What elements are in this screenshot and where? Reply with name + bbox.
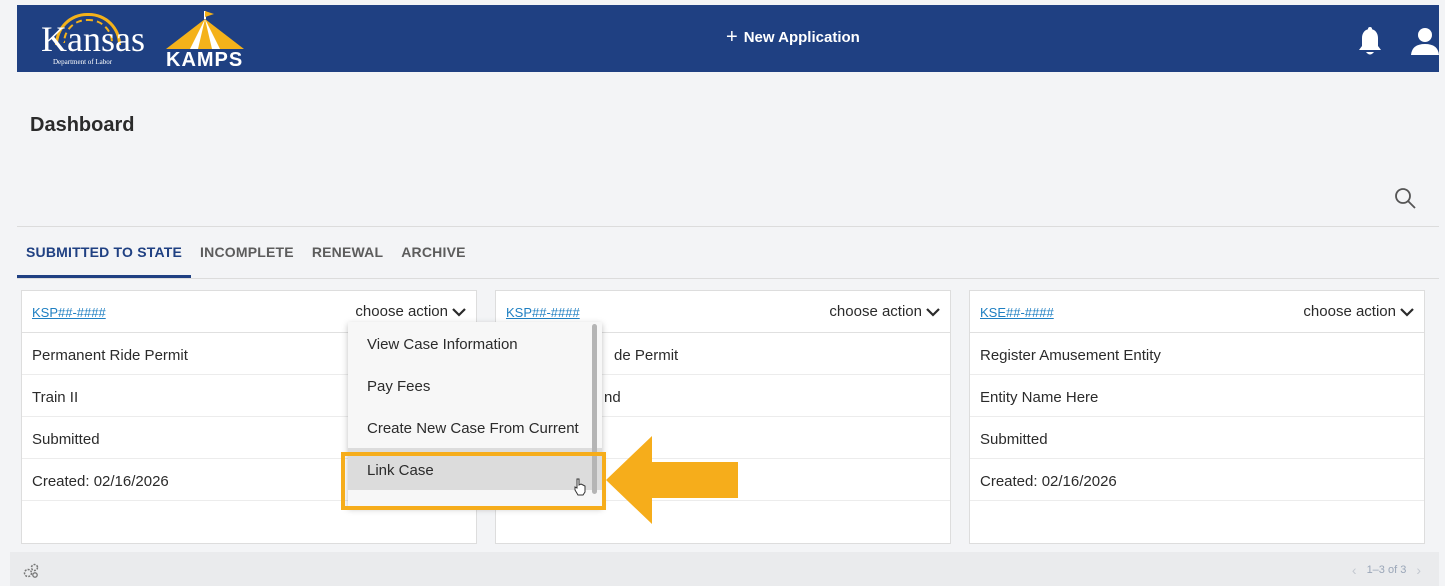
chevron-right-icon[interactable]: ›	[1416, 562, 1421, 578]
tab-submitted-to-state[interactable]: SUBMITTED TO STATE	[17, 232, 192, 278]
plus-icon: +	[726, 26, 738, 48]
case-id-link[interactable]: KSP##-####	[32, 305, 106, 320]
kamps-wordmark: KAMPS	[166, 49, 244, 71]
case-name: Entity Name Here	[970, 375, 1424, 417]
case-card: KSE##-#### choose action Register Amusem…	[969, 290, 1425, 544]
top-nav-bar: Kansas Department of Labor KAMPS + New A…	[17, 5, 1439, 72]
new-application-label: New Application	[743, 29, 860, 46]
menu-item-pay-fees[interactable]: Pay Fees	[348, 364, 602, 406]
chevron-down-icon	[1400, 307, 1414, 317]
gears-icon[interactable]	[22, 562, 40, 580]
page-title: Dashboard	[30, 114, 135, 136]
user-icon[interactable]	[1410, 27, 1440, 57]
pagination-text: 1–3 of 3	[1366, 564, 1407, 576]
chevron-down-icon	[452, 307, 466, 317]
tent-icon	[166, 11, 244, 49]
tab-bar: SUBMITTED TO STATE INCOMPLETE RENEWAL AR…	[17, 232, 475, 278]
choose-action-dropdown[interactable]: choose action	[829, 303, 940, 320]
chevron-down-icon	[926, 307, 940, 317]
divider	[17, 278, 1439, 279]
case-id-link[interactable]: KSP##-####	[506, 305, 580, 320]
choose-action-label: choose action	[355, 303, 448, 320]
menu-item-view-case-information[interactable]: View Case Information	[348, 322, 602, 364]
highlight-box-annotation	[341, 452, 606, 510]
choose-action-dropdown[interactable]: choose action	[355, 303, 466, 320]
kansas-dol-logo[interactable]: Kansas Department of Labor	[39, 11, 149, 67]
logo-subtext: Department of Labor	[53, 58, 113, 66]
tab-archive[interactable]: ARCHIVE	[392, 232, 474, 278]
choose-action-label: choose action	[829, 303, 922, 320]
bell-icon[interactable]	[1357, 27, 1383, 57]
tab-renewal[interactable]: RENEWAL	[303, 232, 392, 278]
case-type: Register Amusement Entity	[970, 333, 1424, 375]
case-status: Submitted	[970, 417, 1424, 459]
new-application-button[interactable]: + New Application	[726, 26, 860, 48]
search-icon[interactable]	[1393, 186, 1417, 210]
pointer-cursor-icon	[574, 478, 586, 496]
kamps-logo[interactable]: KAMPS	[160, 9, 250, 71]
bottom-bar: ‹ 1–3 of 3 ›	[10, 552, 1439, 586]
menu-item-create-new-case-from-current[interactable]: Create New Case From Current	[348, 406, 602, 448]
choose-action-label: choose action	[1303, 303, 1396, 320]
case-id-link[interactable]: KSE##-####	[980, 305, 1054, 320]
tab-incomplete[interactable]: INCOMPLETE	[191, 232, 303, 278]
arrow-annotation-icon	[606, 436, 738, 524]
case-card-header: KSE##-#### choose action	[970, 291, 1424, 333]
chevron-left-icon[interactable]: ‹	[1352, 562, 1357, 578]
choose-action-dropdown[interactable]: choose action	[1303, 303, 1414, 320]
case-created-date: Created: 02/16/2026	[970, 459, 1424, 501]
logo-wordmark: Kansas	[41, 19, 145, 59]
divider	[17, 226, 1439, 227]
pagination: ‹ 1–3 of 3 ›	[1352, 562, 1421, 578]
